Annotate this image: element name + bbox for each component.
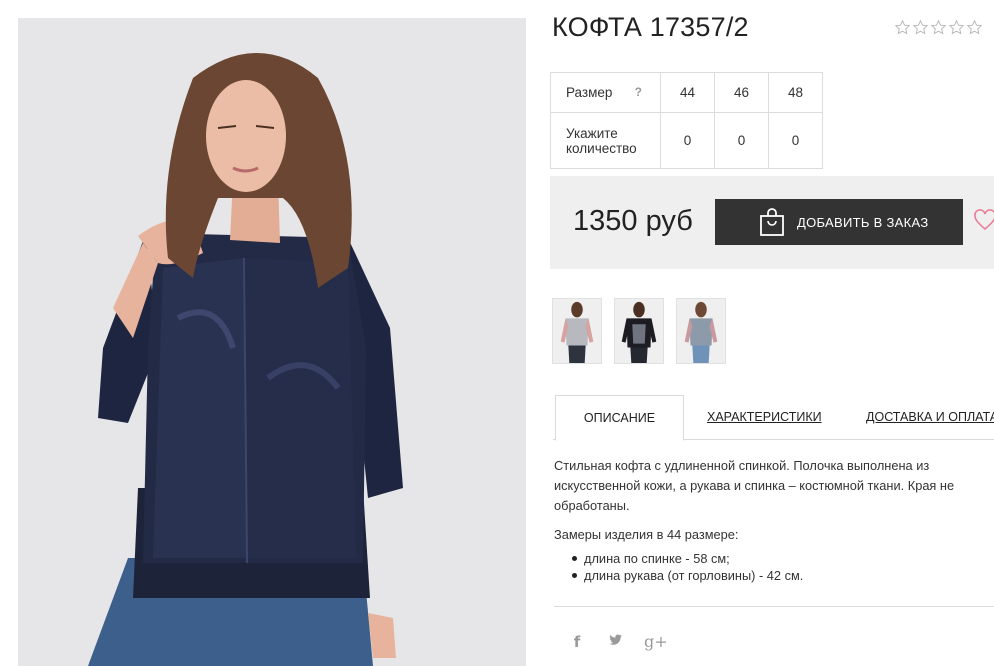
google-plus-icon[interactable]: g+	[644, 632, 668, 651]
product-tabs: ОПИСАНИЕ ХАРАКТЕРИСТИКИ ДОСТАВКА И ОПЛАТ…	[553, 395, 994, 441]
buy-box: 1350 руб ДОБАВИТЬ В ЗАКАЗ	[550, 176, 994, 269]
quantity-input-48[interactable]	[780, 133, 811, 148]
quantity-cell-44	[660, 112, 715, 169]
twitter-icon[interactable]	[606, 632, 624, 651]
tab-characteristics[interactable]: ХАРАКТЕРИСТИКИ	[707, 395, 822, 440]
thumbnail-1[interactable]	[552, 298, 602, 364]
list-item: длина рукава (от горловины) - 42 см.	[570, 567, 986, 584]
thumbnail-strip	[552, 298, 726, 364]
measures-title: Замеры изделия в 44 размере:	[554, 527, 739, 542]
quantity-cell-46	[714, 112, 769, 169]
size-label: Размер	[566, 85, 613, 100]
quantity-row-label: Укажите количество	[550, 112, 661, 169]
quantity-input-44[interactable]	[672, 133, 703, 148]
product-main-photo[interactable]	[18, 18, 526, 666]
rating-stars[interactable]	[894, 19, 983, 36]
facebook-icon[interactable]: f	[568, 633, 586, 651]
list-item: длина по спинке - 58 см;	[570, 550, 986, 567]
add-to-order-label: ДОБАВИТЬ В ЗАКАЗ	[797, 214, 929, 230]
quantity-row: Укажите количество	[550, 112, 823, 169]
add-to-order-button[interactable]: ДОБАВИТЬ В ЗАКАЗ	[715, 199, 963, 245]
size-row-label: Размер ?	[550, 72, 661, 113]
quantity-cell-48	[768, 112, 823, 169]
measures-list: длина по спинке - 58 см; длина рукава (о…	[554, 550, 986, 584]
tab-delivery-payment[interactable]: ДОСТАВКА И ОПЛАТА	[866, 395, 994, 440]
heart-icon[interactable]	[973, 208, 994, 232]
star-icon[interactable]	[966, 19, 983, 36]
size-row: Размер ? 44 46 48	[550, 72, 823, 113]
size-46: 46	[714, 72, 769, 113]
thumbnail-2[interactable]	[614, 298, 664, 364]
thumbnail-3[interactable]	[676, 298, 726, 364]
size-44: 44	[660, 72, 715, 113]
star-icon[interactable]	[894, 19, 911, 36]
size-48: 48	[768, 72, 823, 113]
product-price: 1350 руб	[573, 205, 693, 237]
product-title: КОФТА 17357/2	[552, 12, 749, 42]
description-panel: Стильная кофта с удлиненной спинкой. Пол…	[554, 456, 986, 584]
quantity-input-46[interactable]	[726, 133, 757, 148]
description-text: Стильная кофта с удлиненной спинкой. Пол…	[554, 458, 955, 513]
shopping-bag-icon	[760, 208, 784, 236]
social-share: f g+	[568, 632, 668, 651]
divider	[554, 606, 994, 607]
star-icon[interactable]	[912, 19, 929, 36]
size-help-icon[interactable]: ?	[635, 85, 642, 99]
star-icon[interactable]	[948, 19, 965, 36]
tab-description[interactable]: ОПИСАНИЕ	[555, 395, 684, 441]
size-quantity-table: Размер ? 44 46 48 Укажите количество	[550, 72, 823, 169]
star-icon[interactable]	[930, 19, 947, 36]
